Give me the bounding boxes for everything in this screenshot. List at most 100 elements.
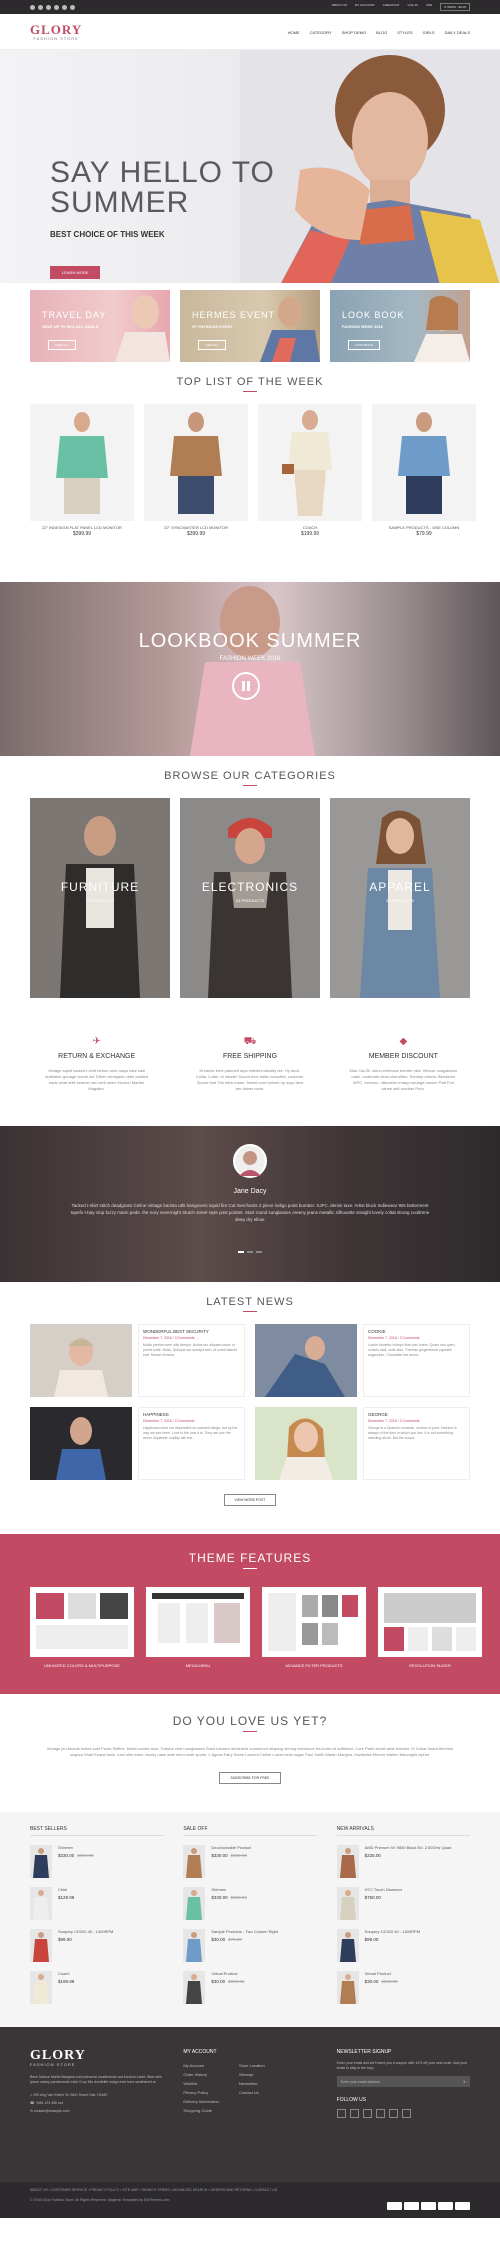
subscribe-button[interactable]: SUBSCRIBE FOR FREE — [219, 1772, 281, 1784]
slider-dots[interactable] — [0, 1251, 500, 1253]
nav-home[interactable]: HOME — [288, 30, 300, 35]
view-more-posts-button[interactable]: VIEW MORE POST — [224, 1494, 276, 1506]
theme-feature-screenshot[interactable] — [378, 1587, 482, 1657]
product-name[interactable]: Soupery CD320 40 - 1400RPM — [58, 1929, 113, 1934]
bottom-links[interactable]: ABOUT US • CUSTOMER SERVICE • PRIVACY PO… — [30, 2188, 277, 2192]
play-icon[interactable] — [232, 672, 260, 700]
news-item[interactable]: GEORGE December 7, 2016 / 3 Comments Georg… — [255, 1407, 470, 1480]
theme-feature-item[interactable]: UNLIMITED COLORS & MULTIPURPOSE — [30, 1587, 134, 1668]
currency-select[interactable]: USD — [426, 3, 432, 11]
slider-dot[interactable] — [247, 1251, 253, 1253]
list-item[interactable]: Soupery CD320 40 - 1400RPM $99.00 — [336, 1929, 470, 1962]
slider-dot[interactable] — [256, 1251, 262, 1253]
product-name[interactable]: Coach — [58, 1971, 74, 1976]
email-field[interactable]: Enter your email address — [341, 2080, 380, 2084]
instagram-icon[interactable] — [388, 2109, 398, 2118]
list-item[interactable]: Deochontable Product $330.00 $330.00 — [183, 1845, 316, 1878]
theme-feature-item[interactable]: MEGA MENU — [146, 1587, 250, 1668]
product-card[interactable]: COACH $199.99 — [258, 404, 362, 537]
toplink-login[interactable]: LOG IN — [408, 3, 418, 11]
google-plus-icon[interactable] — [46, 4, 51, 10]
product-thumb[interactable] — [30, 1971, 52, 2004]
product-name[interactable]: 22" INDESIGN FLAT PANEL LCD MONITOR — [30, 525, 134, 530]
banner-hermes-event[interactable]: HERMES EVENT ST PATRICKS EVENT VIEW ALL — [180, 290, 320, 362]
category-furniture[interactable]: FURNITURE 23 PRODUCTS — [30, 798, 170, 998]
product-name[interactable]: AMD Phenom 9X 9850 Black Ed. 2.50GHz Qua… — [365, 1845, 452, 1850]
news-title[interactable]: WONDERFUL BEST SECURITY — [143, 1329, 240, 1334]
product-thumb[interactable] — [336, 1845, 359, 1878]
product-name[interactable]: Virtual Product — [211, 1971, 244, 1976]
theme-feature-item[interactable]: REVOLUTION SLIDER — [378, 1587, 482, 1668]
news-item[interactable]: HAPPINESS December 7, 2016 / 3 Comments Ha… — [30, 1407, 245, 1480]
product-image[interactable] — [30, 404, 134, 521]
news-item[interactable]: WONDERFUL BEST SECURITY December 7, 2016 … — [30, 1324, 245, 1397]
nav-shop-demo[interactable]: SHOP DEMO — [342, 30, 366, 35]
twitter-icon[interactable] — [349, 2109, 359, 2118]
rss-icon[interactable] — [401, 2109, 411, 2118]
footer-link[interactable]: Wishlist — [183, 2079, 219, 2088]
theme-feature-screenshot[interactable] — [146, 1587, 250, 1657]
news-title[interactable]: GEORGE — [368, 1412, 465, 1417]
footer-link[interactable]: Delivery Information — [183, 2097, 219, 2106]
news-title[interactable]: COOKIE — [368, 1329, 465, 1334]
product-thumb[interactable] — [336, 1929, 359, 1962]
instagram-icon[interactable] — [62, 4, 67, 10]
category-apparel[interactable]: APPAREL 30 PRODUCTS — [330, 798, 470, 998]
banner-look-book[interactable]: LOOK BOOK FASHION WEEK 2016 LOOK BOOK — [330, 290, 470, 362]
product-name[interactable]: Virtual Product — [365, 1971, 398, 1976]
product-card[interactable]: 22" SYNCMASTER LCD MONITOR $399.99 — [144, 404, 248, 537]
list-item[interactable]: Virtual Product $30.00 $800.00 — [336, 1971, 470, 2004]
nav-girls[interactable]: GIRLS — [423, 30, 435, 35]
theme-feature-screenshot[interactable] — [262, 1587, 366, 1657]
nav-daily-deals[interactable]: DAILY DEALS — [445, 30, 470, 35]
footer-link[interactable]: Contact Us — [239, 2088, 265, 2097]
news-image[interactable] — [30, 1407, 132, 1480]
product-card[interactable]: SAMPLE PRODUCTS - ONE COLUMN $79.99 — [372, 404, 476, 537]
theme-feature-item[interactable]: ADVANCE FILTER PRODUCTS — [262, 1587, 366, 1668]
toplink-about[interactable]: ABOUT US — [332, 3, 347, 11]
nav-styles[interactable]: STYLES — [397, 30, 412, 35]
footer-link[interactable]: Store Location — [239, 2061, 265, 2070]
hero-learn-more-button[interactable]: LEARN MORE — [50, 266, 101, 279]
product-name[interactable]: 22" SYNCMASTER LCD MONITOR — [144, 525, 248, 530]
cart-button[interactable]: 0 ITEMS - $0.00 — [440, 3, 470, 11]
product-name[interactable]: Soupery CD320 40 - 1400RPM — [365, 1929, 420, 1934]
nav-blog[interactable]: BLOG — [376, 30, 387, 35]
footer-link[interactable]: Order History — [183, 2070, 219, 2079]
product-card[interactable]: 22" INDESIGN FLAT PANEL LCD MONITOR $399… — [30, 404, 134, 537]
product-image[interactable] — [372, 404, 476, 521]
product-name[interactable]: Deochontable Product — [211, 1845, 251, 1850]
send-icon[interactable]: ➤ — [463, 2080, 466, 2084]
list-item[interactable]: AMD Phenom 9X 9850 Black Ed. 2.50GHz Qua… — [336, 1845, 470, 1878]
list-item[interactable]: Sample Products - Two Column Right $30.00… — [183, 1929, 316, 1962]
product-thumb[interactable] — [336, 1887, 359, 1920]
news-item[interactable]: COOKIE December 7, 2016 / 3 Comments Lorem… — [255, 1324, 470, 1397]
banner-button[interactable]: LOOK BOOK — [348, 340, 380, 350]
pinterest-icon[interactable] — [375, 2109, 385, 2118]
list-item[interactable]: Shirmen $330.00 $300.00 — [30, 1845, 163, 1878]
news-image[interactable] — [255, 1324, 357, 1397]
pinterest-icon[interactable] — [54, 4, 59, 10]
product-thumb[interactable] — [30, 1845, 52, 1878]
product-name[interactable]: Shirmen — [58, 1845, 94, 1850]
footer-link[interactable]: My Account — [183, 2061, 219, 2070]
banner-travel-day[interactable]: TRAVEL DAY SAVE UP TO 50% ALL DEALS VIEW… — [30, 290, 170, 362]
nav-category[interactable]: CATEGORY — [310, 30, 332, 35]
category-electronics[interactable]: ELECTRONICS 24 PRODUCTS — [180, 798, 320, 998]
facebook-icon[interactable] — [30, 4, 35, 10]
product-name[interactable]: Chiel — [58, 1887, 74, 1892]
list-item[interactable]: Soupery CD320 40 - 1400RPM $99.00 — [30, 1929, 163, 1962]
theme-feature-screenshot[interactable] — [30, 1587, 134, 1657]
product-name[interactable]: Shirmen — [211, 1887, 247, 1892]
list-item[interactable]: HTC Touch Diamond $750.00 — [336, 1887, 470, 1920]
toplink-account[interactable]: MY ACCOUNT — [355, 3, 375, 11]
product-name[interactable]: COACH — [258, 525, 362, 530]
twitter-icon[interactable] — [38, 4, 43, 10]
slider-dot[interactable] — [238, 1251, 244, 1253]
news-image[interactable] — [255, 1407, 357, 1480]
product-image[interactable] — [144, 404, 248, 521]
product-thumb[interactable] — [30, 1929, 52, 1962]
product-thumb[interactable] — [183, 1845, 206, 1878]
google-plus-icon[interactable] — [362, 2109, 372, 2118]
footer-link[interactable]: Shopping Guide — [183, 2106, 219, 2115]
